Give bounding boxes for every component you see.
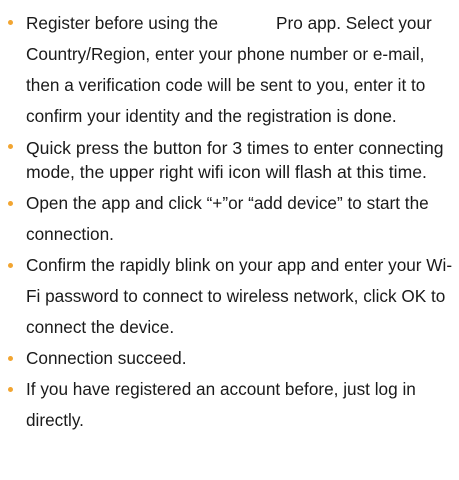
list-item-text: Quick press the button for 3 times to en… [26,138,444,182]
list-item-text: Connection succeed. [26,348,187,368]
bullet-icon [8,263,13,268]
list-item-confirm-wifi: Confirm the rapidly blink on your app an… [0,250,459,343]
list-item-text: Confirm the rapidly blink on your app an… [26,255,453,337]
list-item-text: Open the app and click “+”or “add device… [26,193,429,244]
bullet-icon [8,356,13,361]
instructions-document: Register before using the Pro app. Select… [0,8,459,436]
instructions-list: Register before using the Pro app. Select… [0,8,459,436]
list-item-register: Register before using the Pro app. Select… [0,8,459,132]
bullet-icon [8,387,13,392]
list-item-text: If you have registered an account before… [26,379,416,430]
list-item-log-in: If you have registered an account before… [0,374,459,436]
register-text-before: Register before using the [26,13,219,33]
list-item-open-app: Open the app and click “+”or “add device… [0,188,459,250]
bullet-icon [8,201,13,206]
list-item-connecting-mode: Quick press the button for 3 times to en… [0,132,459,188]
list-item-text: Register before using the Pro app. Select… [26,8,455,132]
list-item-connection-succeed: Connection succeed. [0,343,459,374]
bullet-icon [8,20,13,25]
bullet-icon [8,144,13,149]
